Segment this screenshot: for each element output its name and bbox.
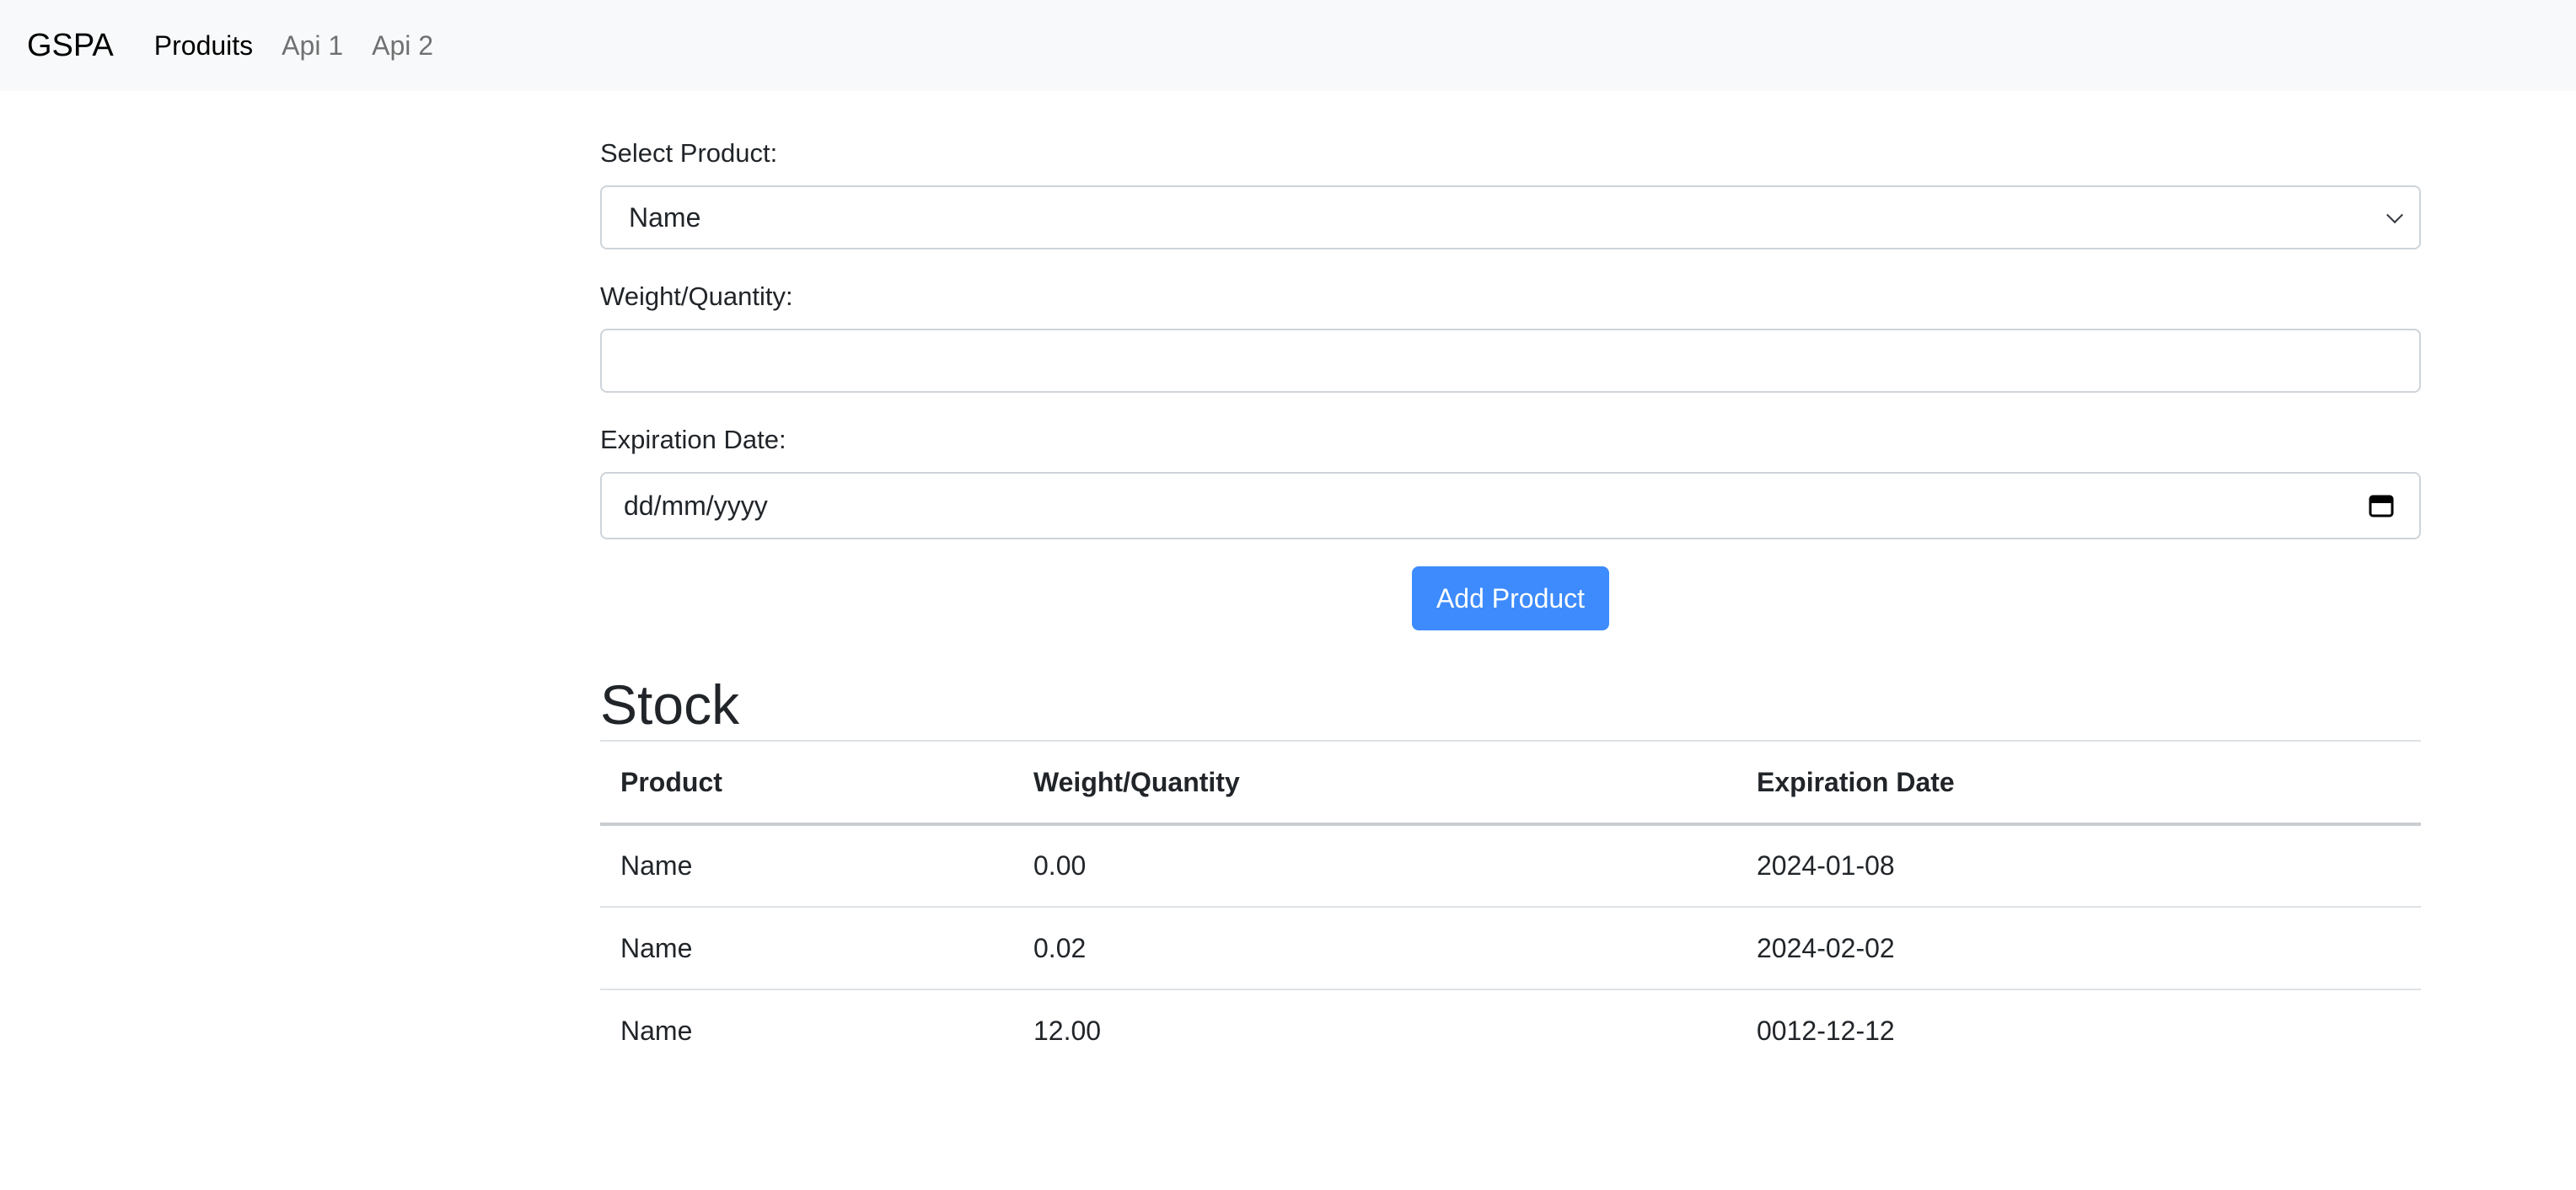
stock-table: Product Weight/Quantity Expiration Date … xyxy=(600,740,2421,1072)
product-select[interactable]: Name xyxy=(600,185,2421,249)
cell-product: Name xyxy=(600,907,1013,990)
column-header-weight-quantity: Weight/Quantity xyxy=(1013,740,1736,826)
add-product-button[interactable]: Add Product xyxy=(1412,566,1609,630)
weight-quantity-label: Weight/Quantity: xyxy=(600,281,793,311)
nav-link-api-1[interactable]: Api 1 xyxy=(282,30,343,62)
cell-weight-quantity: 12.00 xyxy=(1033,1016,1102,1046)
stock-table-header: Product Weight/Quantity Expiration Date xyxy=(600,740,2421,826)
cell-weight-quantity: 0.00 xyxy=(1013,824,1736,908)
cell-product: Name xyxy=(600,824,1013,908)
submit-row: Add Product xyxy=(600,566,2421,630)
chevron-down-icon xyxy=(2386,206,2403,224)
expiration-date-placeholder: dd/mm/yyyy xyxy=(624,490,768,521)
expiration-date-input[interactable]: dd/mm/yyyy xyxy=(600,472,2421,539)
calendar-icon[interactable] xyxy=(2369,494,2394,517)
weight-quantity-input[interactable] xyxy=(600,329,2421,393)
table-row: Name 0.00 2024-01-08 xyxy=(600,824,2421,908)
cell-expiration-date: 2024-02-02 xyxy=(1736,907,2421,990)
column-header-product: Product xyxy=(600,740,1013,826)
navbar: GSPA Produits Api 1 Api 2 xyxy=(0,0,2576,91)
expiration-date-label: Expiration Date: xyxy=(600,425,786,454)
cell-expiration-date: 0012-12-12 xyxy=(1757,1016,1895,1046)
table-row: Name 12.00 0012-12-12 xyxy=(600,989,2421,1072)
nav-link-produits[interactable]: Produits xyxy=(154,30,253,62)
main-container: Select Product: Name Weight/Quantity: Ex… xyxy=(600,91,2421,1072)
table-row: Name 0.02 2024-02-02 xyxy=(600,907,2421,990)
brand-link[interactable]: GSPA xyxy=(27,28,114,64)
cell-expiration-date: 2024-01-08 xyxy=(1736,824,2421,908)
stock-table-body: Name 0.00 2024-01-08 Name 0.02 2024-02-0… xyxy=(600,824,2421,1072)
cell-weight-quantity: 0.02 xyxy=(1013,907,1736,990)
cell-product: Name xyxy=(620,1016,693,1046)
table-header-row: Product Weight/Quantity Expiration Date xyxy=(600,740,2421,826)
add-product-form: Select Product: Name Weight/Quantity: Ex… xyxy=(600,91,2421,630)
nav-link-api-2[interactable]: Api 2 xyxy=(372,30,433,62)
product-select-value: Name xyxy=(629,201,701,233)
stock-heading: Stock xyxy=(600,673,740,736)
column-header-expiration-date: Expiration Date xyxy=(1736,740,2421,826)
product-select-label: Select Product: xyxy=(600,138,778,168)
